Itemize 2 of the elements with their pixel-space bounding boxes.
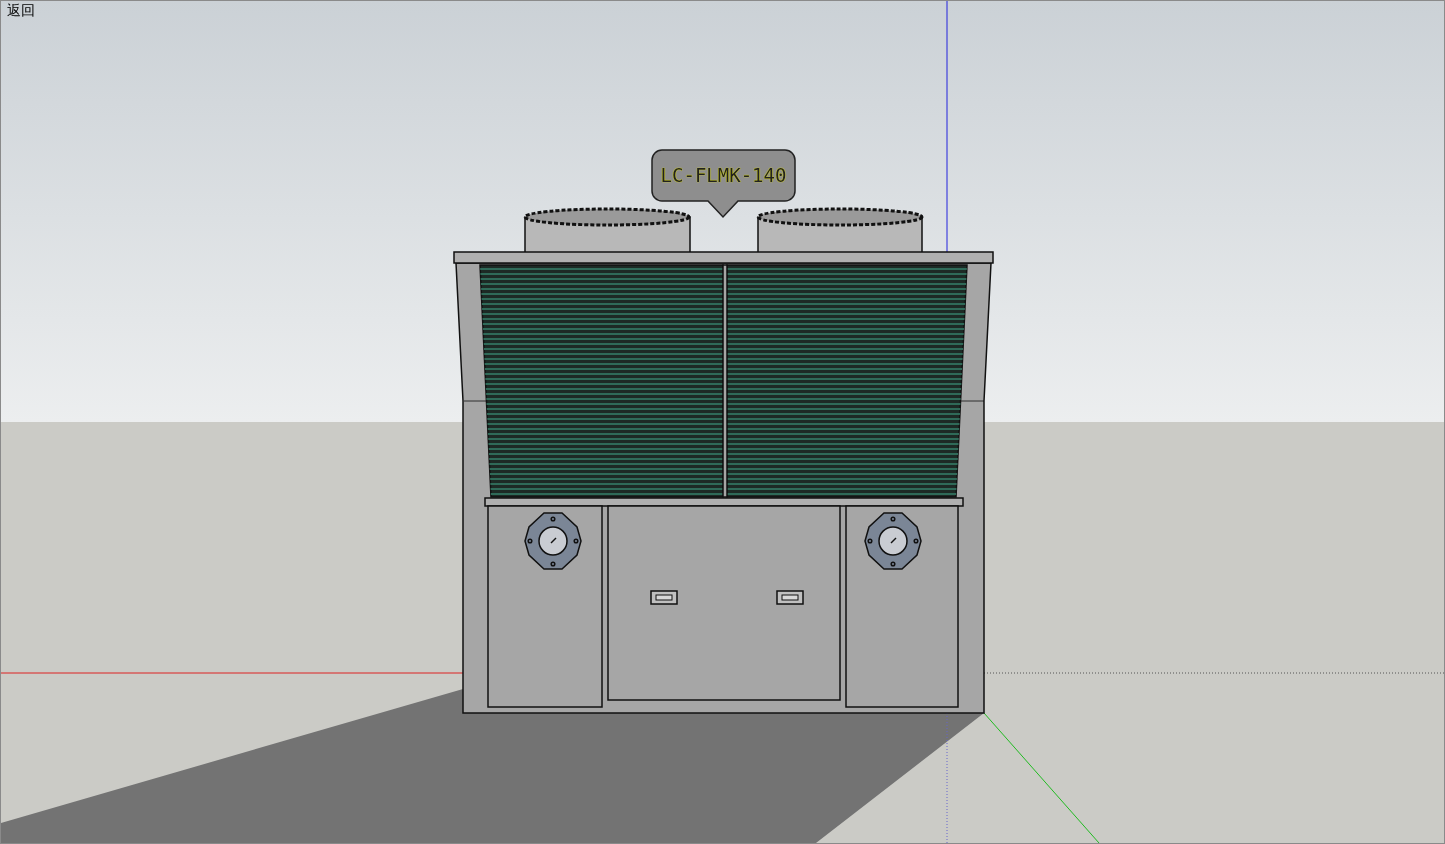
model-tag: LC-FLMK-140 [651, 149, 796, 219]
back-link[interactable]: 返回 [7, 2, 35, 20]
